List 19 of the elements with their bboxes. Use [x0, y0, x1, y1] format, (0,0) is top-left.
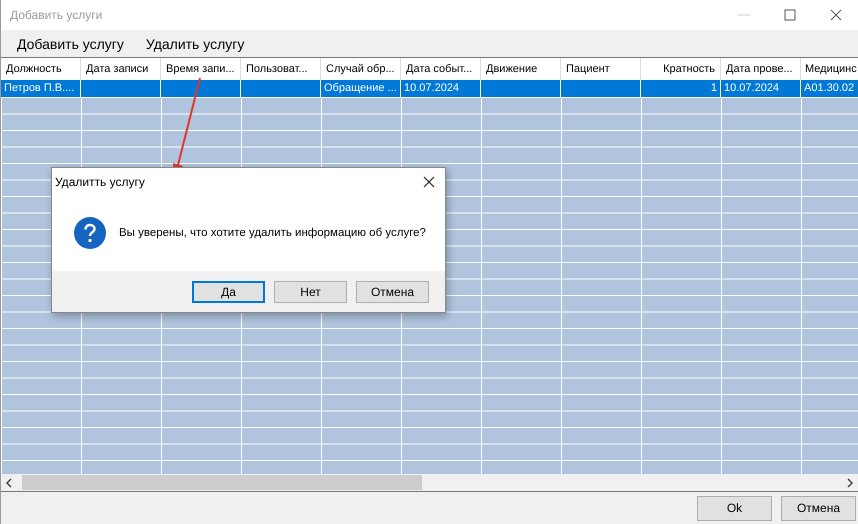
dialog-button[interactable]: Ok — [697, 496, 772, 520]
question-icon — [74, 217, 106, 249]
dialog-button[interactable]: Да — [192, 280, 265, 302]
scroll-thumb[interactable] — [22, 475, 422, 490]
dialog-button[interactable]: Нет — [274, 280, 347, 302]
scroll-right-icon[interactable] — [846, 478, 854, 488]
close-icon[interactable] — [423, 176, 435, 188]
dialog-title: Удалитть услугу — [55, 174, 145, 188]
scroll-left-icon[interactable] — [5, 478, 13, 488]
maximize-icon[interactable] — [784, 9, 796, 21]
dialog-button[interactable]: Отмена — [356, 280, 429, 302]
horizontal-scrollbar[interactable] — [1, 474, 858, 491]
menu-item[interactable]: Добавить услугу — [17, 36, 124, 52]
menu-item[interactable]: Удалить услугу — [146, 36, 244, 52]
dialog-message: Вы уверены, что хотите удалить информацию об услуге? — [119, 227, 426, 239]
close-icon[interactable] — [830, 9, 842, 21]
table-row[interactable]: Петров П.В.... Обращение ... 10.07.2024 1 10.07.2024 A01.30.02 — [1, 80, 858, 98]
dialog-button[interactable]: Отмена — [781, 496, 856, 520]
window-title: Добавить услуги — [10, 8, 102, 22]
